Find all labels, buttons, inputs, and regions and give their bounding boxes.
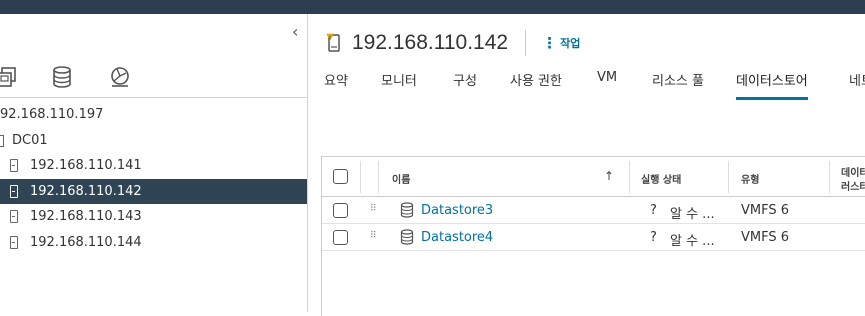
collapse-navigator-icon[interactable]: ‹ bbox=[292, 22, 298, 41]
host-warning-icon bbox=[326, 33, 340, 52]
tree-item-datacenter[interactable]: DC01 bbox=[0, 128, 307, 153]
datacenter-icon bbox=[0, 134, 4, 147]
actions-menu-button[interactable]: ⋮ 작업 bbox=[542, 34, 580, 52]
type-cell: VMFS 6 bbox=[741, 203, 790, 218]
host-icon bbox=[10, 236, 18, 249]
tree-item-host[interactable]: 192.168.110.141 bbox=[0, 153, 307, 178]
tree-item-label: 192.168.110.142 bbox=[30, 184, 142, 199]
row-checkbox[interactable] bbox=[333, 203, 348, 218]
datastore-icon bbox=[400, 229, 414, 245]
vms-and-templates-icon[interactable] bbox=[0, 65, 20, 89]
drag-handle-icon[interactable]: ⠿ bbox=[370, 204, 378, 214]
column-divider bbox=[360, 161, 361, 193]
header-divider bbox=[525, 30, 527, 56]
datastore-grid: 이름 ↑ 실행 상태 유형 데이터 러스터 ⠿ Datastore3 ? 알 수… bbox=[321, 156, 865, 316]
object-header: 192.168.110.142 ⋮ 작업 bbox=[326, 28, 580, 58]
vertical-ellipsis-icon: ⋮ bbox=[542, 34, 557, 52]
datastore-icon bbox=[400, 202, 414, 218]
storage-icon[interactable] bbox=[50, 65, 74, 89]
state-text: 알 수 ... bbox=[670, 234, 715, 249]
column-header-type[interactable]: 유형 bbox=[741, 171, 759, 186]
column-header-name[interactable]: 이름 bbox=[392, 171, 410, 186]
tree-item-label: 192.168.110.143 bbox=[30, 209, 142, 224]
table-row[interactable]: ⠿ Datastore4 ? 알 수 ... VMFS 6 bbox=[322, 224, 865, 251]
sort-ascending-icon[interactable]: ↑ bbox=[604, 169, 614, 183]
networking-icon[interactable] bbox=[108, 65, 132, 89]
column-divider bbox=[829, 161, 830, 193]
state-unknown-icon: ? bbox=[650, 203, 657, 218]
type-cell: VMFS 6 bbox=[741, 230, 790, 245]
datastore-name-link[interactable]: Datastore3 bbox=[421, 203, 493, 218]
host-icon bbox=[10, 210, 18, 223]
column-header-datastore-cluster-line2: 러스터 bbox=[841, 182, 865, 193]
main-content: 192.168.110.142 ⋮ 작업 요약 모니터 구성 사용 권한 VM … bbox=[309, 14, 865, 316]
tab-resource-pools[interactable]: 리소스 풀 bbox=[652, 70, 704, 97]
page-title: 192.168.110.142 bbox=[352, 31, 509, 54]
column-header-state[interactable]: 실행 상태 bbox=[641, 171, 681, 186]
tab-vms[interactable]: VM bbox=[597, 70, 617, 93]
top-header-bar bbox=[0, 0, 865, 14]
state-text: 알 수 ... bbox=[670, 207, 715, 222]
tab-permissions[interactable]: 사용 권한 bbox=[510, 70, 562, 97]
tab-summary[interactable]: 요약 bbox=[324, 70, 348, 97]
tree-item-host[interactable]: 192.168.110.143 bbox=[0, 204, 307, 229]
actions-label: 작업 bbox=[560, 37, 581, 50]
table-row[interactable]: ⠿ Datastore3 ? 알 수 ... VMFS 6 bbox=[322, 197, 865, 224]
state-unknown-icon: ? bbox=[650, 230, 657, 245]
navigator-divider bbox=[0, 97, 307, 98]
tree-item-label: 92.168.110.197 bbox=[0, 107, 104, 122]
tree-item-label: 192.168.110.141 bbox=[30, 158, 142, 173]
tree-item-vcenter[interactable]: 92.168.110.197 bbox=[0, 102, 307, 127]
column-divider bbox=[629, 161, 630, 193]
tab-datastores[interactable]: 데이터스토어 bbox=[736, 70, 808, 100]
row-checkbox[interactable] bbox=[333, 230, 348, 245]
host-icon bbox=[10, 185, 18, 198]
host-icon bbox=[10, 159, 18, 172]
grid-header: 이름 ↑ 실행 상태 유형 데이터 러스터 bbox=[322, 157, 865, 197]
column-header-datastore-cluster[interactable]: 데이터 bbox=[841, 164, 865, 179]
tree-item-host-selected[interactable]: 192.168.110.142 bbox=[0, 179, 307, 204]
drag-handle-icon[interactable]: ⠿ bbox=[370, 231, 378, 241]
tree-item-label: 192.168.110.144 bbox=[30, 235, 142, 250]
column-divider bbox=[378, 161, 379, 193]
column-divider bbox=[728, 161, 729, 193]
select-all-checkbox[interactable] bbox=[333, 169, 348, 184]
tab-monitor[interactable]: 모니터 bbox=[381, 70, 417, 97]
tree-item-label: DC01 bbox=[12, 133, 48, 148]
tree-item-host[interactable]: 192.168.110.144 bbox=[0, 230, 307, 255]
tab-networks[interactable]: 네트 bbox=[849, 70, 865, 97]
datastore-name-link[interactable]: Datastore4 bbox=[421, 230, 493, 245]
tab-configure[interactable]: 구성 bbox=[453, 70, 477, 97]
inventory-navigator: ‹ 92.168.110.197 DC01 192.168.110.141 19… bbox=[0, 14, 308, 312]
